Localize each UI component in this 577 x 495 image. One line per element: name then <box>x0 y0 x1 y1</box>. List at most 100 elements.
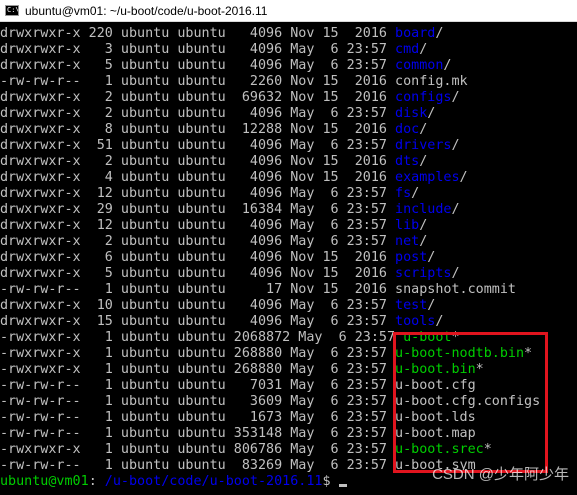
terminal-output[interactable]: drwxrwxr-x 220 ubuntu ubuntu 4096 Nov 15… <box>0 26 577 495</box>
type-indicator: / <box>419 42 428 57</box>
directory-name: lib <box>395 218 420 233</box>
file-metadata: drwxrwxr-x 5 ubuntu ubuntu 4096 May 6 23… <box>0 58 396 73</box>
executable-name: u-boot <box>403 330 452 345</box>
directory-name: post <box>395 250 428 265</box>
file-metadata: drwxrwxr-x 15 ubuntu ubuntu 4096 May 6 2… <box>0 314 396 329</box>
listing-line: drwxrwxr-x 6 ubuntu ubuntu 4096 Nov 15 2… <box>0 250 577 266</box>
directory-name: cmd <box>395 42 420 57</box>
listing-line: -rw-rw-r-- 1 ubuntu ubuntu 3609 May 6 23… <box>0 394 577 410</box>
listing-line: drwxrwxr-x 4 ubuntu ubuntu 4096 Nov 15 2… <box>0 170 577 186</box>
file-metadata: -rw-rw-r-- 1 ubuntu ubuntu 83269 May 6 2… <box>0 458 396 473</box>
listing-line: drwxrwxr-x 220 ubuntu ubuntu 4096 Nov 15… <box>0 26 577 42</box>
type-indicator: / <box>435 314 444 329</box>
type-indicator: / <box>419 218 428 233</box>
directory-name: board <box>395 26 436 41</box>
window-title: ubuntu@vm01: ~/u-boot/code/u-boot-2016.1… <box>25 3 268 18</box>
file-name: u-boot.cfg <box>395 378 476 393</box>
type-indicator: * <box>524 346 533 361</box>
listing-line: drwxrwxr-x 29 ubuntu ubuntu 16384 May 6 … <box>0 202 577 218</box>
file-name: snapshot.commit <box>395 282 516 297</box>
file-metadata: drwxrwxr-x 5 ubuntu ubuntu 4096 Nov 15 2… <box>0 266 396 281</box>
directory-name: include <box>395 202 452 217</box>
file-metadata: drwxrwxr-x 12 ubuntu ubuntu 4096 May 6 2… <box>0 186 396 201</box>
listing-line: drwxrwxr-x 2 ubuntu ubuntu 4096 May 6 23… <box>0 106 577 122</box>
prompt-path: /u-boot/code/u-boot-2016.11 <box>96 474 323 489</box>
terminal-icon: C:\ <box>5 5 19 16</box>
file-metadata: drwxrwxr-x 2 ubuntu ubuntu 4096 May 6 23… <box>0 234 396 249</box>
file-metadata: -rw-rw-r-- 1 ubuntu ubuntu 3609 May 6 23… <box>0 394 396 409</box>
file-name: u-boot.lds <box>395 410 476 425</box>
type-indicator: / <box>427 250 436 265</box>
type-indicator: / <box>451 266 460 281</box>
listing-line: -rw-rw-r-- 1 ubuntu ubuntu 1673 May 6 23… <box>0 410 577 426</box>
listing-line: drwxrwxr-x 2 ubuntu ubuntu 69632 Nov 15 … <box>0 90 577 106</box>
type-indicator: / <box>419 122 428 137</box>
file-metadata: drwxrwxr-x 220 ubuntu ubuntu 4096 Nov 15… <box>0 26 396 41</box>
file-metadata: -rw-rw-r-- 1 ubuntu ubuntu 1673 May 6 23… <box>0 410 396 425</box>
file-metadata: drwxrwxr-x 29 ubuntu ubuntu 16384 May 6 … <box>0 202 396 217</box>
type-indicator: * <box>451 330 460 345</box>
listing-line: -rwxrwxr-x 1 ubuntu ubuntu 806786 May 6 … <box>0 442 577 458</box>
window-titlebar[interactable]: C:\ ubuntu@vm01: ~/u-boot/code/u-boot-20… <box>0 0 577 22</box>
type-indicator: * <box>475 362 484 377</box>
type-indicator: / <box>419 234 428 249</box>
listing-line: -rw-rw-r-- 1 ubuntu ubuntu 7031 May 6 23… <box>0 378 577 394</box>
executable-name: u-boot-nodtb.bin <box>395 346 525 361</box>
type-indicator: / <box>451 90 460 105</box>
file-name: u-boot.map <box>395 426 476 441</box>
directory-name: scripts <box>395 266 452 281</box>
file-metadata: drwxrwxr-x 4 ubuntu ubuntu 4096 Nov 15 2… <box>0 170 396 185</box>
directory-name: common <box>395 58 444 73</box>
type-indicator: / <box>411 186 420 201</box>
file-metadata: -rw-rw-r-- 1 ubuntu ubuntu 17 Nov 15 201… <box>0 282 396 297</box>
directory-name: configs <box>395 90 452 105</box>
file-name: u-boot.cfg.configs <box>395 394 541 409</box>
listing-line: -rw-rw-r-- 1 ubuntu ubuntu 353148 May 6 … <box>0 426 577 442</box>
listing-line: drwxrwxr-x 5 ubuntu ubuntu 4096 Nov 15 2… <box>0 266 577 282</box>
file-metadata: drwxrwxr-x 2 ubuntu ubuntu 4096 May 6 23… <box>0 106 396 121</box>
listing-line: drwxrwxr-x 3 ubuntu ubuntu 4096 May 6 23… <box>0 42 577 58</box>
file-metadata: drwxrwxr-x 12 ubuntu ubuntu 4096 May 6 2… <box>0 218 396 233</box>
type-indicator: / <box>459 170 468 185</box>
directory-name: doc <box>395 122 420 137</box>
prompt-separator: : <box>88 474 97 489</box>
type-indicator: / <box>427 298 436 313</box>
directory-name: tools <box>395 314 436 329</box>
directory-name: drivers <box>395 138 452 153</box>
listing-line: drwxrwxr-x 15 ubuntu ubuntu 4096 May 6 2… <box>0 314 577 330</box>
type-indicator: * <box>483 442 492 457</box>
file-name: config.mk <box>395 74 468 89</box>
listing-line: -rwxrwxr-x 1 ubuntu ubuntu 268880 May 6 … <box>0 362 577 378</box>
executable-name: u-boot.srec <box>395 442 484 457</box>
listing-line: drwxrwxr-x 8 ubuntu ubuntu 12288 Nov 15 … <box>0 122 577 138</box>
file-metadata: drwxrwxr-x 10 ubuntu ubuntu 4096 May 6 2… <box>0 298 396 313</box>
file-metadata: drwxrwxr-x 8 ubuntu ubuntu 12288 Nov 15 … <box>0 122 396 137</box>
file-metadata: -rwxrwxr-x 1 ubuntu ubuntu 2068872 May 6… <box>0 330 404 345</box>
prompt-user: ubuntu@vm01 <box>0 474 89 489</box>
type-indicator: / <box>443 58 452 73</box>
listing-line: drwxrwxr-x 12 ubuntu ubuntu 4096 May 6 2… <box>0 186 577 202</box>
file-metadata: drwxrwxr-x 3 ubuntu ubuntu 4096 May 6 23… <box>0 42 396 57</box>
listing-line: drwxrwxr-x 12 ubuntu ubuntu 4096 May 6 2… <box>0 218 577 234</box>
watermark: CSDN @少年阿少年 <box>432 466 569 483</box>
listing-line: -rwxrwxr-x 1 ubuntu ubuntu 268880 May 6 … <box>0 346 577 362</box>
listing-line: drwxrwxr-x 10 ubuntu ubuntu 4096 May 6 2… <box>0 298 577 314</box>
directory-name: examples <box>395 170 460 185</box>
prompt-symbol: $ <box>322 474 331 489</box>
listing-line: drwxrwxr-x 2 ubuntu ubuntu 4096 Nov 15 2… <box>0 154 577 170</box>
file-metadata: drwxrwxr-x 51 ubuntu ubuntu 4096 May 6 2… <box>0 138 396 153</box>
listing-line: drwxrwxr-x 51 ubuntu ubuntu 4096 May 6 2… <box>0 138 577 154</box>
type-indicator: / <box>419 154 428 169</box>
directory-name: fs <box>395 186 412 201</box>
file-metadata: -rw-rw-r-- 1 ubuntu ubuntu 2260 Nov 15 2… <box>0 74 396 89</box>
listing-line: drwxrwxr-x 5 ubuntu ubuntu 4096 May 6 23… <box>0 58 577 74</box>
file-metadata: -rw-rw-r-- 1 ubuntu ubuntu 7031 May 6 23… <box>0 378 396 393</box>
type-indicator: / <box>427 106 436 121</box>
file-metadata: -rwxrwxr-x 1 ubuntu ubuntu 268880 May 6 … <box>0 362 396 377</box>
file-metadata: drwxrwxr-x 2 ubuntu ubuntu 4096 Nov 15 2… <box>0 154 396 169</box>
type-indicator: / <box>451 202 460 217</box>
type-indicator: / <box>435 26 444 41</box>
directory-name: dts <box>395 154 420 169</box>
file-metadata: -rw-rw-r-- 1 ubuntu ubuntu 353148 May 6 … <box>0 426 396 441</box>
file-metadata: -rwxrwxr-x 1 ubuntu ubuntu 806786 May 6 … <box>0 442 396 457</box>
